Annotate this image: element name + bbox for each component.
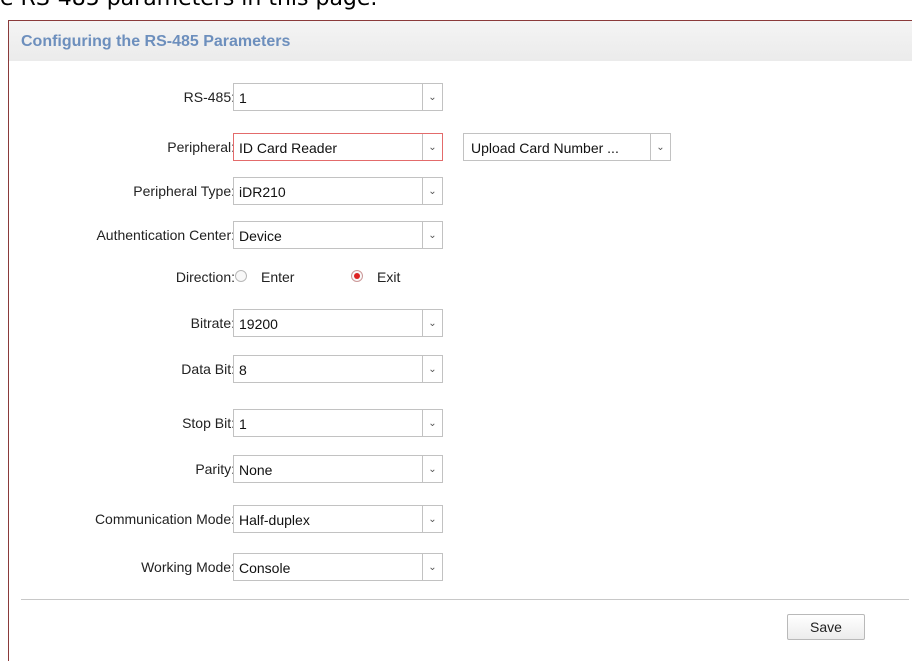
parity-label: Parity: <box>195 461 235 477</box>
data-bit-label: Data Bit: <box>181 361 235 377</box>
chevron-down-icon[interactable]: ⌄ <box>422 84 442 110</box>
working-mode-value: Console <box>239 560 291 576</box>
bitrate-select[interactable]: 19200 ⌄ <box>233 309 443 337</box>
stop-bit-label: Stop Bit: <box>182 415 235 431</box>
parity-select[interactable]: None ⌄ <box>233 455 443 483</box>
auth-center-row: Authentication Center: Device ⌄ <box>9 221 909 249</box>
page-caption: e RS-485 parameters in this page. <box>0 0 377 10</box>
chevron-down-icon[interactable]: ⌄ <box>422 410 442 436</box>
rs485-value: 1 <box>239 90 247 106</box>
working-mode-select[interactable]: Console ⌄ <box>233 553 443 581</box>
peripheral-label: Peripheral: <box>167 139 235 155</box>
chevron-down-icon[interactable]: ⌄ <box>422 134 442 160</box>
chevron-down-icon[interactable]: ⌄ <box>422 456 442 482</box>
rs485-select[interactable]: 1 ⌄ <box>233 83 443 111</box>
stop-bit-select[interactable]: 1 ⌄ <box>233 409 443 437</box>
peripheral-select[interactable]: ID Card Reader ⌄ <box>233 133 443 161</box>
peripheral-value: ID Card Reader <box>239 140 338 156</box>
peripheral-type-row: Peripheral Type: iDR210 ⌄ <box>9 177 909 205</box>
parity-row: Parity: None ⌄ <box>9 455 909 483</box>
data-bit-select[interactable]: 8 ⌄ <box>233 355 443 383</box>
data-bit-row: Data Bit: 8 ⌄ <box>9 355 909 383</box>
working-mode-label: Working Mode: <box>141 559 235 575</box>
comm-mode-row: Communication Mode: Half-duplex ⌄ <box>9 505 909 533</box>
chevron-down-icon[interactable]: ⌄ <box>650 134 670 160</box>
bitrate-label: Bitrate: <box>190 315 235 331</box>
comm-mode-label: Communication Mode: <box>94 511 235 527</box>
rs485-panel: Configuring the RS-485 Parameters RS-485… <box>8 20 912 661</box>
chevron-down-icon[interactable]: ⌄ <box>422 310 442 336</box>
save-button[interactable]: Save <box>787 614 865 640</box>
panel-header: Configuring the RS-485 Parameters <box>9 21 912 61</box>
page-title: Configuring the RS-485 Parameters <box>21 33 291 50</box>
auth-center-label: Authentication Center: <box>96 227 235 243</box>
peripheral-row: Peripheral: ID Card Reader ⌄ Upload Card… <box>9 133 909 161</box>
comm-mode-value: Half-duplex <box>239 512 310 528</box>
rs485-label: RS-485: <box>183 89 235 105</box>
working-mode-row: Working Mode: Console ⌄ <box>9 553 909 581</box>
auth-center-value: Device <box>239 228 282 244</box>
stop-bit-value: 1 <box>239 416 247 432</box>
direction-exit-label: Exit <box>377 269 401 285</box>
chevron-down-icon[interactable]: ⌄ <box>422 356 442 382</box>
upload-card-number-value: Upload Card Number ... <box>471 140 619 156</box>
peripheral-type-value: iDR210 <box>239 184 286 200</box>
chevron-down-icon[interactable]: ⌄ <box>422 222 442 248</box>
direction-row: Direction: Enter Exit <box>9 263 909 291</box>
rs485-row: RS-485: 1 ⌄ <box>9 83 909 111</box>
chevron-down-icon[interactable]: ⌄ <box>422 554 442 580</box>
bitrate-row: Bitrate: 19200 ⌄ <box>9 309 909 337</box>
divider <box>21 599 909 600</box>
comm-mode-select[interactable]: Half-duplex ⌄ <box>233 505 443 533</box>
peripheral-type-select[interactable]: iDR210 ⌄ <box>233 177 443 205</box>
data-bit-value: 8 <box>239 362 247 378</box>
parity-value: None <box>239 462 273 478</box>
bitrate-value: 19200 <box>239 316 278 332</box>
radio-unchecked-icon[interactable] <box>235 270 247 282</box>
peripheral-type-label: Peripheral Type: <box>133 183 235 199</box>
direction-enter-label: Enter <box>261 269 295 285</box>
auth-center-select[interactable]: Device ⌄ <box>233 221 443 249</box>
stop-bit-row: Stop Bit: 1 ⌄ <box>9 409 909 437</box>
chevron-down-icon[interactable]: ⌄ <box>422 506 442 532</box>
upload-card-number-select[interactable]: Upload Card Number ... ⌄ <box>463 133 671 161</box>
chevron-down-icon[interactable]: ⌄ <box>422 178 442 204</box>
direction-label: Direction: <box>175 269 235 285</box>
radio-checked-icon[interactable] <box>351 270 363 282</box>
